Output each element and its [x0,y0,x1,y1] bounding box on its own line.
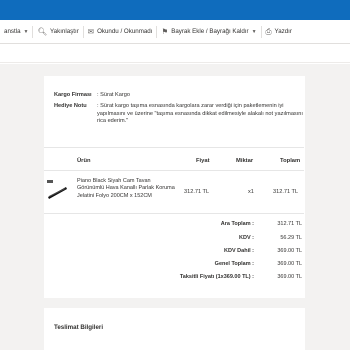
summary-row-installment: Taksitli Fiyatı (1x369.00 TL) : 369.00 T… [150,274,304,282]
product-total: 312.71 TL [273,189,299,195]
summary-value: 369.00 TL [277,248,302,254]
zoom-icon: 🔍︎ [37,27,47,36]
product-qty: x1 [248,189,254,195]
message-toolbar: anstla ▼ 🔍︎ Yakınlaştır ✉ Okundu / Okunm… [0,20,350,44]
reply-all-label: anstla [4,28,21,35]
zoom-button[interactable]: 🔍︎ Yakınlaştır [33,20,82,44]
envelope-open-icon: ✉ [87,27,95,36]
chevron-down-icon[interactable]: ▼ [252,29,257,35]
cargo-value: : Sürat Kargo [97,92,130,98]
product-name[interactable]: Piano Black Siyah Cam Tavan Görünümlü Ha… [77,178,177,200]
gift-note-value: : Sürat kargo taşıma esnasında kargolara… [97,103,303,125]
flag-label: Bayrak Ekle / Bayrağı Kaldır [171,28,249,35]
print-button[interactable]: ⎙ Yazdır [262,20,296,44]
summary-value: 369.00 TL [277,274,302,280]
summary-label: KDV : [239,235,254,241]
summary-value: 312.71 TL [277,221,302,227]
summary-value: 56.29 TL [280,235,302,241]
summary-row-subtotal: Ara Toplam : 312.71 TL [150,221,304,229]
shipping-title: Teslimat Bilgileri [54,324,104,331]
summary-row-vat-included: KDV Dahil : 369.00 TL [150,248,304,256]
read-unread-button[interactable]: ✉ Okundu / Okunmadı [84,20,157,44]
app-header-bar [0,0,350,20]
column-header-total: Toplam [280,158,301,164]
gift-note-label: Hediye Notu [54,103,87,109]
column-header-qty: Miktar [236,158,254,164]
summary-label: Taksitli Fiyatı (1x369.00 TL) : [179,274,254,280]
summary-row-grand-total: Genel Toplam : 369.00 TL [150,261,304,269]
summary-row-vat: KDV : 56.29 TL [150,235,304,243]
column-header-price: Fiyat [196,158,210,164]
read-unread-label: Okundu / Okunmadı [97,28,153,35]
flag-icon: ⚑ [161,27,169,36]
product-thumbnail[interactable] [46,179,68,203]
divider [44,213,304,214]
column-header-product: Ürün [77,158,91,164]
divider [44,170,304,171]
printer-icon: ⎙ [265,26,272,36]
message-header-strip [0,45,350,63]
reply-all-button[interactable]: anstla ▼ [0,20,32,44]
summary-label: KDV Dahil : [224,248,254,254]
print-label: Yazdır [274,28,292,35]
chevron-down-icon[interactable]: ▼ [24,29,29,35]
gift-note-row: Hediye Notu : Sürat kargo taşıma esnasın… [54,103,309,135]
summary-label: Ara Toplam : [220,221,254,227]
zoom-label: Yakınlaştır [50,28,79,35]
product-price: 312.71 TL [184,189,210,195]
cargo-label: Kargo Firması [54,92,92,98]
divider [44,147,304,148]
flag-button[interactable]: ⚑ Bayrak Ekle / Bayrağı Kaldır ▼ [157,20,260,44]
cargo-row: Kargo Firması : Sürat Kargo [54,92,309,100]
summary-label: Genel Toplam : [214,261,254,267]
summary-value: 369.00 TL [277,261,302,267]
